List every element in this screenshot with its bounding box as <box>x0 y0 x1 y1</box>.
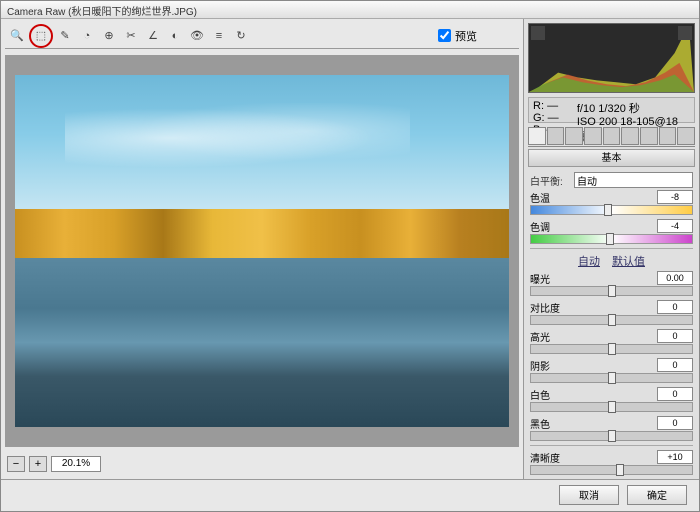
wb-tool-icon[interactable]: ✎ <box>55 26 75 46</box>
preview-checkbox[interactable]: 预览 <box>438 28 477 44</box>
default-link[interactable]: 默认值 <box>612 253 645 269</box>
panel-tabs <box>528 127 695 147</box>
auto-link[interactable]: 自动 <box>578 253 600 269</box>
temp-slider-row: 色温 -8 <box>530 190 693 215</box>
highlights-label: 高光 <box>530 329 550 344</box>
blacks-value[interactable]: 0 <box>657 416 693 430</box>
contrast-label: 对比度 <box>530 300 560 315</box>
tint-slider[interactable] <box>530 234 693 244</box>
clarity-slider[interactable] <box>530 465 693 475</box>
histogram <box>528 23 695 93</box>
tab-hsl[interactable] <box>584 127 602 145</box>
basic-panel: 白平衡: 自动 色温-8 色调-4 自动默认值 曝光0.00 对比度0 高光0 … <box>526 167 697 477</box>
cancel-button[interactable]: 取消 <box>559 485 619 505</box>
zoom-bar: − + 20.1% <box>5 453 519 475</box>
highlights-slider[interactable] <box>530 344 693 354</box>
shadow-clip-icon[interactable] <box>531 26 545 40</box>
tint-slider-row: 色调 -4 <box>530 219 693 244</box>
blacks-label: 黑色 <box>530 416 550 431</box>
preview-check-input[interactable] <box>438 29 451 42</box>
prefs-tool-icon[interactable]: ≡ <box>209 26 229 46</box>
zoom-value[interactable]: 20.1% <box>51 456 101 472</box>
crop-tool-icon[interactable]: ✂ <box>121 26 141 46</box>
straighten-tool-icon[interactable]: ∠ <box>143 26 163 46</box>
wb-label: 白平衡: <box>530 173 574 188</box>
wb-select[interactable]: 自动 <box>574 172 693 188</box>
sampler-tool-icon[interactable]: ◔ <box>77 26 97 46</box>
title-bar: Camera Raw (秋日暖阳下的绚烂世界.JPG) <box>1 1 699 19</box>
shadows-value[interactable]: 0 <box>657 358 693 372</box>
contrast-slider[interactable] <box>530 315 693 325</box>
shadows-slider[interactable] <box>530 373 693 383</box>
tab-lens[interactable] <box>621 127 639 145</box>
temp-value[interactable]: -8 <box>657 190 693 204</box>
tab-curve[interactable] <box>547 127 565 145</box>
tab-cal[interactable] <box>659 127 677 145</box>
contrast-value[interactable]: 0 <box>657 300 693 314</box>
zoom-out-button[interactable]: − <box>7 456 25 472</box>
tab-fx[interactable] <box>640 127 658 145</box>
whites-label: 白色 <box>530 387 550 402</box>
footer: 取消 确定 <box>1 479 699 509</box>
tint-label: 色调 <box>530 219 550 234</box>
redeye-tool-icon[interactable]: 👁 <box>187 26 207 46</box>
info-readout: R: — G: — B: — f/10 1/320 秒 ISO 200 18-1… <box>528 97 695 123</box>
preview-label: 预览 <box>455 28 477 44</box>
whites-slider[interactable] <box>530 402 693 412</box>
tab-basic[interactable] <box>528 127 546 145</box>
spot-tool-icon[interactable]: ◐ <box>165 26 185 46</box>
highlight-clip-icon[interactable] <box>678 26 692 40</box>
tint-value[interactable]: -4 <box>657 219 693 233</box>
exposure-slider[interactable] <box>530 286 693 296</box>
image-preview[interactable] <box>15 75 508 428</box>
exposure-label: 曝光 <box>530 271 550 286</box>
temp-label: 色温 <box>530 190 550 205</box>
clarity-value[interactable]: +10 <box>657 450 693 464</box>
zoom-in-button[interactable]: + <box>29 456 47 472</box>
temp-slider[interactable] <box>530 205 693 215</box>
blacks-slider[interactable] <box>530 431 693 441</box>
target-tool-icon[interactable]: ⊕ <box>99 26 119 46</box>
whites-value[interactable]: 0 <box>657 387 693 401</box>
shadows-label: 阴影 <box>530 358 550 373</box>
tab-preset[interactable] <box>677 127 695 145</box>
zoom-tool-icon[interactable]: 🔍 <box>7 26 27 46</box>
toolbar: 🔍 ⬚ ✎ ◔ ⊕ ✂ ∠ ◐ 👁 ≡ ↻ 预览 <box>5 23 519 49</box>
tab-detail[interactable] <box>565 127 583 145</box>
clarity-label: 清晰度 <box>530 450 560 465</box>
rotate-tool-icon[interactable]: ↻ <box>231 26 251 46</box>
tab-split[interactable] <box>603 127 621 145</box>
canvas-area <box>5 55 519 447</box>
panel-title: 基本 <box>528 149 695 167</box>
ok-button[interactable]: 确定 <box>627 485 687 505</box>
highlights-value[interactable]: 0 <box>657 329 693 343</box>
exposure-value[interactable]: 0.00 <box>657 271 693 285</box>
hand-tool-icon[interactable]: ⬚ <box>29 24 53 48</box>
